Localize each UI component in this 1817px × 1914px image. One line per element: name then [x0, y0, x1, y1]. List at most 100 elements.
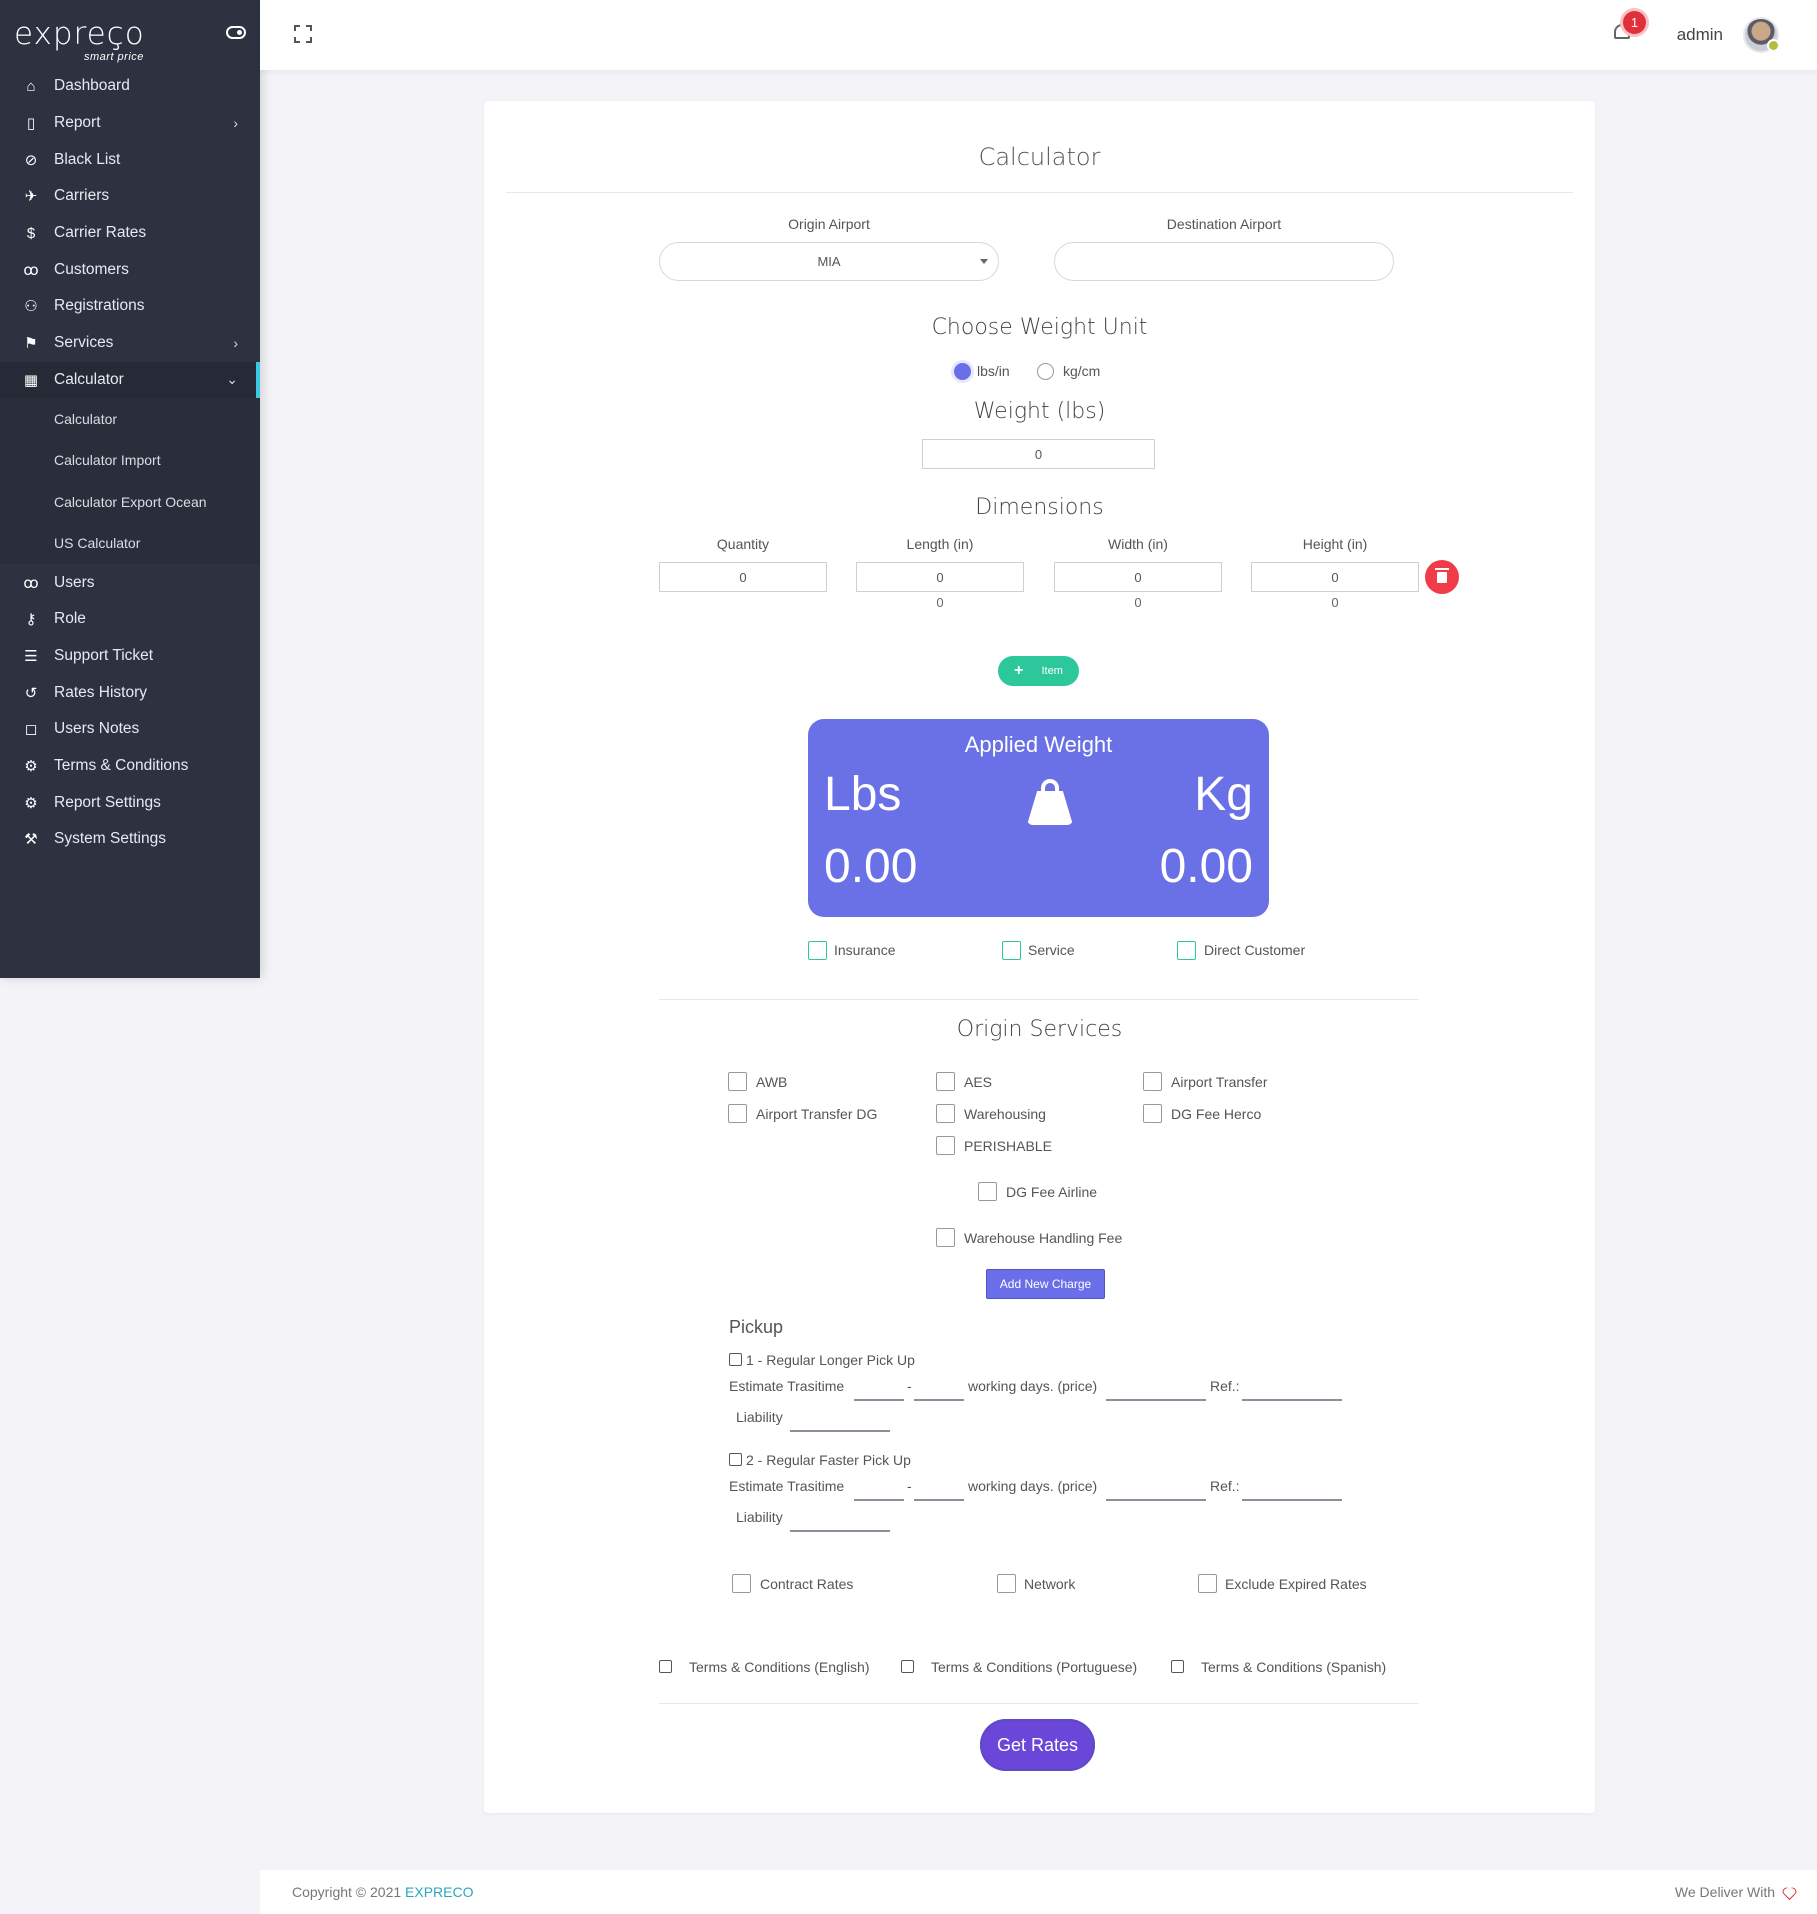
- sidebar-item-system-settings[interactable]: ⚒ System Settings: [0, 821, 260, 858]
- height-label: Height (in): [1302, 536, 1368, 552]
- sidebar-item-report[interactable]: ▯ Report ›: [0, 105, 260, 142]
- sidebar-item-black-list[interactable]: ⊘ Black List: [0, 141, 260, 178]
- height-input[interactable]: 0: [1251, 562, 1419, 592]
- sidebar-item-customers[interactable]: ꝏ Customers: [0, 251, 260, 288]
- width-input[interactable]: 0: [1054, 562, 1222, 592]
- radio-lbs-in[interactable]: [954, 363, 971, 380]
- chevron-right-icon: ›: [233, 115, 238, 132]
- price-input-2[interactable]: [1106, 1499, 1206, 1501]
- sidebar-item-carriers[interactable]: ✈ Carriers: [0, 178, 260, 215]
- sidebar-item-calculator[interactable]: ▦ Calculator ⌄: [0, 361, 260, 399]
- fullscreen-icon[interactable]: [294, 25, 312, 43]
- terms-english-label[interactable]: Terms & Conditions (English): [689, 1659, 870, 1675]
- ref-label-2: Ref.:: [1210, 1478, 1240, 1494]
- home-icon: ⌂: [26, 77, 36, 95]
- estimate-transit-label-1: Estimate Trasitime: [729, 1378, 845, 1394]
- origin-services-divider: [659, 999, 1419, 1000]
- weight-icon: [1025, 779, 1075, 825]
- sidebar-nav-lower: ꝏ Users ⚷ Role ☰ Support Ticket ↺ Rates Hist…: [0, 564, 260, 858]
- sidebar-item-dashboard[interactable]: ⌂ Dashboard: [0, 68, 260, 105]
- calculator-icon: ▦: [23, 371, 39, 389]
- perishable-checkbox[interactable]: [936, 1136, 955, 1155]
- sidebar-item-role[interactable]: ⚷ Role: [0, 601, 260, 638]
- liability-input-2[interactable]: [790, 1530, 890, 1532]
- sidebar-item-users-notes[interactable]: ◻ Users Notes: [0, 711, 260, 748]
- quantity-input[interactable]: 0: [659, 562, 827, 592]
- pickup-option-2-checkbox[interactable]: [729, 1453, 742, 1466]
- ref-input-1[interactable]: [1242, 1399, 1342, 1401]
- transit-min-input-1[interactable]: [854, 1399, 904, 1401]
- sidebar-item-rates-history[interactable]: ↺ Rates History: [0, 674, 260, 711]
- terms-english-checkbox[interactable]: [659, 1660, 672, 1673]
- terms-spanish-label[interactable]: Terms & Conditions (Spanish): [1201, 1659, 1386, 1675]
- weight-input[interactable]: 0: [922, 439, 1155, 469]
- network-checkbox[interactable]: [997, 1574, 1016, 1593]
- delete-item-button[interactable]: [1425, 560, 1459, 594]
- user-name[interactable]: admin: [1677, 25, 1723, 45]
- transit-max-input-2[interactable]: [914, 1499, 964, 1501]
- price-input-1[interactable]: [1106, 1399, 1206, 1401]
- direct-customer-checkbox[interactable]: [1177, 941, 1196, 960]
- submenu-item-calculator[interactable]: Calculator: [0, 398, 260, 440]
- sidebar-item-registrations[interactable]: ⚇ Registrations: [0, 288, 260, 325]
- length-subvalue: 0: [936, 595, 944, 610]
- pickup-option-1-checkbox[interactable]: [729, 1353, 742, 1366]
- notification-badge: 1: [1623, 11, 1646, 34]
- transit-min-input-2[interactable]: [854, 1499, 904, 1501]
- sidebar-item-services[interactable]: ⚑ Services ›: [0, 325, 260, 362]
- add-item-button[interactable]: + Item: [998, 656, 1079, 686]
- submenu-item-us-calculator[interactable]: US Calculator: [0, 523, 260, 565]
- sidebar-item-support-ticket[interactable]: ☰ Support Ticket: [0, 638, 260, 675]
- liability-input-1[interactable]: [790, 1430, 890, 1432]
- sidebar-item-users[interactable]: ꝏ Users: [0, 564, 260, 601]
- warehousing-checkbox[interactable]: [936, 1104, 955, 1123]
- sidebar-item-carrier-rates[interactable]: $ Carrier Rates: [0, 215, 260, 252]
- get-rates-button[interactable]: Get Rates: [980, 1719, 1095, 1771]
- dg-fee-herco-checkbox[interactable]: [1143, 1104, 1162, 1123]
- sidebar-item-label: Support Ticket: [54, 646, 154, 664]
- add-new-charge-button[interactable]: Add New Charge: [986, 1269, 1105, 1299]
- insurance-checkbox[interactable]: [808, 941, 827, 960]
- working-days-label-2: working days. (price): [968, 1478, 1098, 1494]
- submenu-item-calculator-export-ocean[interactable]: Calculator Export Ocean: [0, 481, 260, 523]
- sidebar-item-terms-conditions[interactable]: ⚙ Terms & Conditions: [0, 748, 260, 785]
- radio-kg-cm[interactable]: [1037, 363, 1054, 380]
- height-subvalue: 0: [1331, 595, 1339, 610]
- ref-input-2[interactable]: [1242, 1499, 1342, 1501]
- avatar[interactable]: [1743, 17, 1780, 53]
- kg-value: 0.00: [1159, 840, 1253, 893]
- direct-customer-label: Direct Customer: [1204, 942, 1306, 958]
- length-input[interactable]: 0: [856, 562, 1024, 592]
- chevron-right-icon: ›: [233, 335, 238, 352]
- applied-weight-panel: Applied Weight Lbs Kg 0.00 0.00: [808, 719, 1269, 917]
- brand-logo[interactable]: expreço: [14, 16, 145, 52]
- sidebar-item-report-settings[interactable]: ⚙ Report Settings: [0, 784, 260, 821]
- weight-unit-title: Choose Weight Unit: [931, 315, 1148, 340]
- width-subvalue: 0: [1134, 595, 1142, 610]
- airport-transfer-checkbox[interactable]: [1143, 1072, 1162, 1091]
- awb-checkbox[interactable]: [728, 1072, 747, 1091]
- transit-max-input-1[interactable]: [914, 1399, 964, 1401]
- footer-tagline: We Deliver With: [1674, 1884, 1775, 1900]
- submenu-item-calculator-import[interactable]: Calculator Import: [0, 440, 260, 482]
- aes-checkbox[interactable]: [936, 1072, 955, 1091]
- destination-airport-input[interactable]: [1054, 242, 1394, 281]
- dg-fee-airline-checkbox[interactable]: [978, 1182, 997, 1201]
- terms-spanish-checkbox[interactable]: [1171, 1660, 1184, 1673]
- origin-airport-select[interactable]: MIA: [659, 242, 999, 281]
- service-checkbox[interactable]: [1002, 941, 1021, 960]
- bell-icon[interactable]: 1: [1612, 11, 1646, 44]
- contract-rates-checkbox[interactable]: [732, 1574, 751, 1593]
- airport-transfer-dg-checkbox[interactable]: [728, 1104, 747, 1123]
- airport-transfer-label: Airport Transfer: [1171, 1074, 1268, 1090]
- exclude-expired-rates-checkbox[interactable]: [1198, 1574, 1217, 1593]
- caret-down-icon: [980, 259, 988, 264]
- sidebar-toggle-icon[interactable]: [226, 26, 246, 39]
- page-title: Calculator: [978, 143, 1101, 171]
- footer-brand-link[interactable]: EXPRECO: [405, 1884, 473, 1900]
- terms-portuguese-label[interactable]: Terms & Conditions (Portuguese): [931, 1659, 1137, 1675]
- lbs-value: 0.00: [824, 840, 918, 893]
- warehousing-label: Warehousing: [964, 1106, 1046, 1122]
- terms-portuguese-checkbox[interactable]: [901, 1660, 914, 1673]
- warehouse-handling-fee-checkbox[interactable]: [936, 1228, 955, 1247]
